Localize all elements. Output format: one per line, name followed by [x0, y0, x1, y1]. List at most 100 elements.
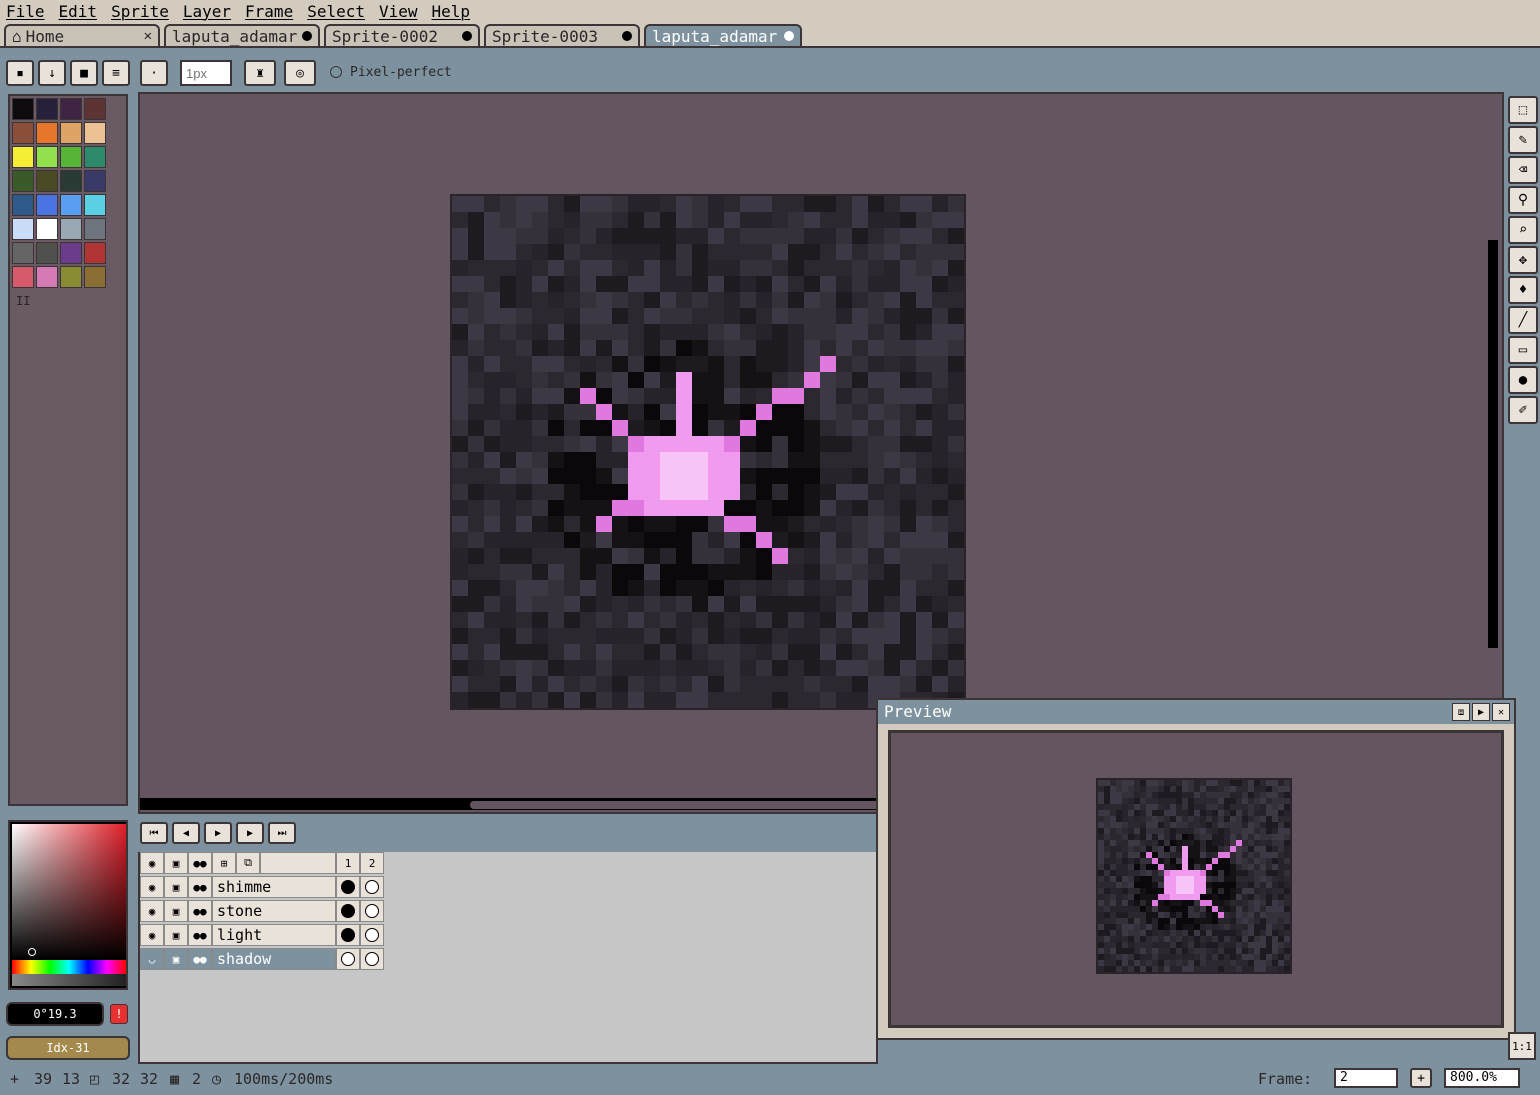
palette-swatch[interactable]: [12, 170, 34, 192]
unlock-icon[interactable]: ▣: [164, 948, 188, 970]
zoom-tool[interactable]: ⌕: [1508, 216, 1538, 244]
palette-swatch[interactable]: [60, 218, 82, 240]
palette-swatch[interactable]: [36, 170, 58, 192]
menu-file[interactable]: File: [0, 2, 53, 21]
move-tool[interactable]: ✥: [1508, 246, 1538, 274]
saturation-value-box[interactable]: [12, 824, 126, 960]
palette-swatch[interactable]: [84, 266, 106, 288]
continuous-icon[interactable]: ●●: [188, 900, 212, 922]
layer-row-stone[interactable]: ◉ ▣ ●● stone: [140, 900, 384, 922]
eye-icon[interactable]: ◉: [140, 852, 164, 874]
unlock-icon[interactable]: ▣: [164, 900, 188, 922]
cel[interactable]: [336, 948, 360, 970]
layer-name[interactable]: light: [212, 924, 336, 946]
menu-edit[interactable]: Edit: [53, 2, 106, 21]
menu-sprite[interactable]: Sprite: [105, 2, 177, 21]
palette-swatch[interactable]: [36, 122, 58, 144]
modified-dot-icon[interactable]: [462, 31, 472, 41]
palette-swatch[interactable]: [60, 170, 82, 192]
cel[interactable]: [360, 948, 384, 970]
add-frame-button[interactable]: +: [1410, 1068, 1432, 1088]
foreground-color-field[interactable]: 0°19.3: [6, 1002, 104, 1026]
preview-close-button[interactable]: ✕: [1492, 703, 1510, 721]
palette-swatch[interactable]: [84, 170, 106, 192]
palette-swatch[interactable]: [12, 242, 34, 264]
last-frame-button[interactable]: ⏭: [268, 822, 296, 844]
menu-layer[interactable]: Layer: [177, 2, 239, 21]
eye-icon[interactable]: ◉: [140, 876, 164, 898]
brush-size-input[interactable]: [180, 60, 232, 86]
cel[interactable]: [360, 924, 384, 946]
palette-swatch[interactable]: [84, 98, 106, 120]
frame-header-2[interactable]: 2: [360, 852, 384, 874]
palette-swatch[interactable]: [36, 194, 58, 216]
menu-frame[interactable]: Frame: [239, 2, 301, 21]
pixel-perfect-checkbox[interactable]: [330, 66, 342, 78]
fill-tool[interactable]: ♦: [1508, 276, 1538, 304]
modified-dot-icon[interactable]: [622, 31, 632, 41]
brush-down-button[interactable]: ↓: [38, 60, 66, 86]
sv-cursor[interactable]: [28, 948, 36, 956]
layer-name[interactable]: shadow: [212, 948, 336, 970]
palette-swatch[interactable]: [60, 98, 82, 120]
lock-icon[interactable]: ▣: [164, 852, 188, 874]
palette-swatch[interactable]: [12, 194, 34, 216]
menu-select[interactable]: Select: [301, 2, 373, 21]
continuous-icon[interactable]: ●●: [188, 876, 212, 898]
layer-row-light[interactable]: ◉ ▣ ●● light: [140, 924, 384, 946]
zoom-one-to-one-button[interactable]: 1:1: [1508, 1032, 1536, 1060]
tab-laputa-adamar-active[interactable]: laputa_adamar: [644, 24, 802, 46]
brush-shape-lock-button[interactable]: ▪: [6, 60, 34, 86]
palette-swatch[interactable]: [12, 98, 34, 120]
preview-mode-button[interactable]: ⧈: [1452, 703, 1470, 721]
cel[interactable]: [360, 900, 384, 922]
brush-type-button[interactable]: ·: [140, 60, 168, 86]
modified-dot-icon[interactable]: [302, 31, 312, 41]
eraser-tool[interactable]: ⌫: [1508, 156, 1538, 184]
cel[interactable]: [336, 900, 360, 922]
eye-icon[interactable]: ◉: [140, 924, 164, 946]
ink-button[interactable]: ♜: [244, 60, 276, 86]
play-button[interactable]: ▶: [204, 822, 232, 844]
cel[interactable]: [336, 876, 360, 898]
palette-swatch[interactable]: [36, 146, 58, 168]
layer-row-shimme[interactable]: ◉ ▣ ●● shimme: [140, 876, 384, 898]
palette-swatch[interactable]: [84, 146, 106, 168]
brush-square-button[interactable]: ■: [70, 60, 98, 86]
unlock-icon[interactable]: ▣: [164, 876, 188, 898]
brush-options-button[interactable]: ≡: [102, 60, 130, 86]
palette-swatch[interactable]: [36, 242, 58, 264]
layer-row-shadow[interactable]: ◡ ▣ ●● shadow: [140, 948, 384, 970]
palette-swatch[interactable]: [36, 266, 58, 288]
vertical-scrollbar[interactable]: [1488, 240, 1498, 648]
layer-name[interactable]: stone: [212, 900, 336, 922]
link-icon[interactable]: ⊞: [212, 852, 236, 874]
first-frame-button[interactable]: ⏮: [140, 822, 168, 844]
cel[interactable]: [360, 876, 384, 898]
continuous-icon[interactable]: ●●: [188, 948, 212, 970]
palette-swatch[interactable]: [84, 122, 106, 144]
blur-tool[interactable]: ✐: [1508, 396, 1538, 424]
continuous-icon[interactable]: ●●: [188, 924, 212, 946]
palette-swatch[interactable]: [36, 218, 58, 240]
dynamics-button[interactable]: ◎: [284, 60, 316, 86]
palette-swatch[interactable]: [84, 218, 106, 240]
continuous-icon[interactable]: ●●: [188, 852, 212, 874]
tab-sprite-0003[interactable]: Sprite-0003: [484, 24, 640, 46]
color-index-field[interactable]: Idx-31: [6, 1036, 130, 1060]
rectangle-tool[interactable]: ▭: [1508, 336, 1538, 364]
frame-header-1[interactable]: 1: [336, 852, 360, 874]
tab-home[interactable]: ⌂ Home ✕: [4, 24, 160, 46]
palette-swatch[interactable]: [84, 194, 106, 216]
palette-swatch[interactable]: [12, 266, 34, 288]
marquee-tool[interactable]: ⬚: [1508, 96, 1538, 124]
previous-frame-button[interactable]: ◀: [172, 822, 200, 844]
hue-slider[interactable]: [12, 960, 126, 974]
palette-swatch[interactable]: [60, 266, 82, 288]
cel[interactable]: [336, 924, 360, 946]
eye-icon[interactable]: ◉: [140, 900, 164, 922]
contour-tool[interactable]: ●: [1508, 366, 1538, 394]
tab-laputa-adamar[interactable]: laputa_adamar: [164, 24, 320, 46]
palette-swatch[interactable]: [60, 242, 82, 264]
alpha-slider[interactable]: [12, 974, 126, 986]
